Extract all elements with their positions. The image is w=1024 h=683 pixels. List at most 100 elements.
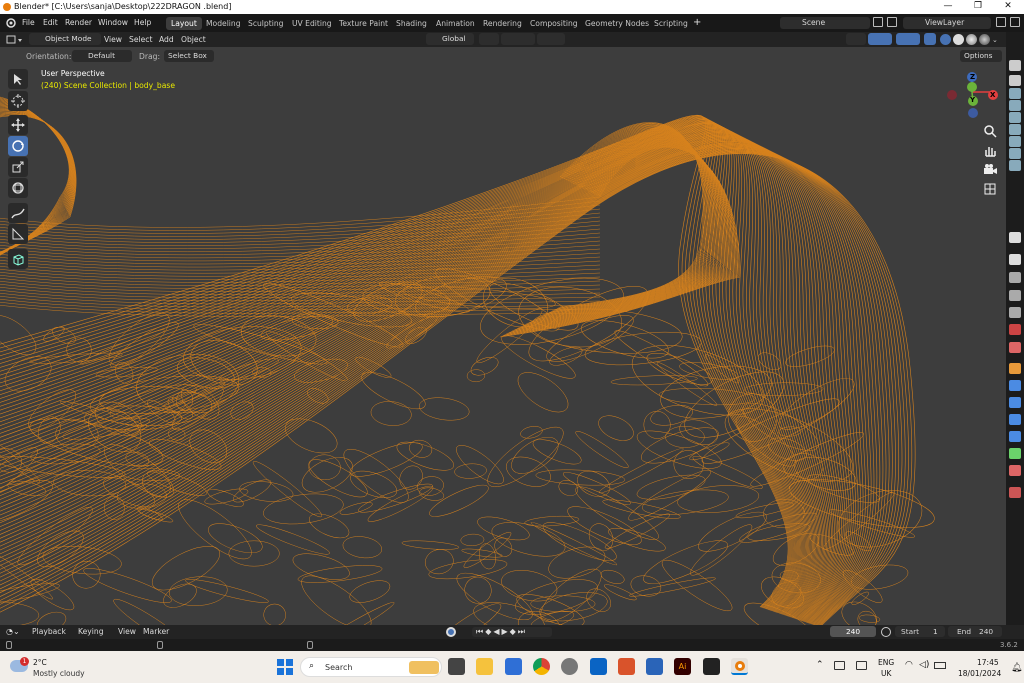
viewlayer-selector[interactable]: ViewLayer: [903, 17, 991, 29]
mail-icon[interactable]: [646, 658, 663, 675]
task-view-icon[interactable]: [448, 658, 465, 675]
tab-texture-paint[interactable]: Texture Paint: [334, 17, 393, 30]
powerpoint-icon[interactable]: [618, 658, 635, 675]
blender-menu-icon[interactable]: [5, 18, 16, 28]
notification-bell-icon[interactable]: 🔔︎: [1011, 663, 1022, 673]
solid-shading-icon[interactable]: [953, 34, 964, 45]
overlay-toggle[interactable]: [896, 33, 920, 45]
taskbar-search-box[interactable]: ⌕ Search: [300, 657, 442, 677]
tab-shading[interactable]: Shading: [391, 17, 432, 30]
new-scene-icon[interactable]: [873, 17, 883, 27]
outliner-camera-icon-9[interactable]: [1009, 160, 1021, 171]
blender-taskbar-icon[interactable]: [731, 658, 748, 675]
data-properties-icon[interactable]: [1009, 448, 1021, 459]
clock-icon[interactable]: [881, 627, 891, 637]
modifier-properties-icon[interactable]: [1009, 380, 1021, 391]
end-frame-field[interactable]: End 240: [948, 626, 1002, 637]
zoom-icon[interactable]: [981, 122, 999, 140]
tab-modeling[interactable]: Modeling: [201, 17, 246, 30]
outliner-camera-icon-8[interactable]: [1009, 148, 1021, 159]
editor-type-icon[interactable]: [6, 34, 24, 45]
move-tool[interactable]: [8, 115, 28, 135]
weather-desc[interactable]: Mostly cloudy: [33, 669, 85, 678]
select-box-tool[interactable]: [8, 69, 28, 89]
clock-time[interactable]: 17:45: [977, 658, 999, 667]
output-properties-icon[interactable]: [1009, 290, 1021, 301]
scale-tool[interactable]: [8, 157, 28, 177]
measure-tool[interactable]: [8, 224, 28, 244]
windows-start-icon[interactable]: [277, 659, 293, 675]
keying-menu[interactable]: Keying: [78, 627, 104, 636]
orthographic-toggle-icon[interactable]: [981, 180, 999, 198]
menu-window[interactable]: Window: [98, 18, 128, 27]
outliner-camera-icon-3[interactable]: [1009, 88, 1021, 99]
constraints-properties-icon[interactable]: [1009, 431, 1021, 442]
scene-selector[interactable]: Scene: [780, 17, 870, 29]
xray-toggle[interactable]: [924, 33, 936, 45]
particles-properties-icon[interactable]: [1009, 397, 1021, 408]
language-label[interactable]: ENG: [878, 658, 894, 667]
weather-temp[interactable]: 2°C: [33, 658, 47, 667]
add-menu[interactable]: Add: [159, 35, 174, 44]
world-properties-icon[interactable]: [1009, 342, 1021, 353]
maximize-button[interactable]: ❐: [968, 1, 988, 11]
view-menu[interactable]: View: [104, 35, 122, 44]
tab-animation[interactable]: Animation: [431, 17, 480, 30]
camera-view-icon[interactable]: [981, 161, 999, 179]
transform-tool[interactable]: [8, 178, 28, 198]
microsoft-store-icon[interactable]: [505, 658, 522, 675]
wifi-icon[interactable]: ◠: [905, 660, 913, 670]
rotate-tool[interactable]: [8, 136, 28, 156]
outliner-camera-icon-2[interactable]: [1009, 75, 1021, 86]
pan-hand-icon[interactable]: [981, 142, 999, 160]
texture-properties-icon[interactable]: [1009, 487, 1021, 498]
start-frame-field[interactable]: Start 1: [895, 626, 945, 637]
marker-menu[interactable]: Marker: [143, 627, 169, 636]
tab-sculpting[interactable]: Sculpting: [243, 17, 288, 30]
new-viewlayer-icon[interactable]: [996, 17, 1006, 27]
material-shading-icon[interactable]: [966, 34, 977, 45]
object-menu[interactable]: Object: [181, 35, 206, 44]
battery-icon[interactable]: [934, 662, 946, 669]
file-explorer-icon[interactable]: [476, 658, 493, 675]
options-dropdown[interactable]: Options: [960, 50, 1002, 62]
pivot-point-dropdown[interactable]: [479, 33, 499, 45]
select-menu[interactable]: Select: [129, 35, 152, 44]
orientation-dropdown[interactable]: Default: [72, 50, 132, 62]
delete-viewlayer-icon[interactable]: [1010, 17, 1020, 27]
tab-compositing[interactable]: Compositing: [525, 17, 583, 30]
outlook-icon[interactable]: [590, 658, 607, 675]
tool-properties-icon[interactable]: [1009, 232, 1021, 243]
drag-dropdown[interactable]: Select Box: [164, 50, 214, 62]
outliner-camera-icon-4[interactable]: [1009, 100, 1021, 111]
playback-controls[interactable]: ⏮◆◀▶◆⏭: [472, 627, 552, 637]
tab-geometry-nodes[interactable]: Geometry Nodes: [580, 17, 654, 30]
outliner-camera-icon-5[interactable]: [1009, 112, 1021, 123]
wireframe-shading-icon[interactable]: [940, 34, 951, 45]
menu-edit[interactable]: Edit: [43, 18, 58, 27]
rendered-shading-icon[interactable]: [979, 34, 990, 45]
volume-icon[interactable]: ◁): [919, 660, 929, 670]
render-properties-icon[interactable]: [1009, 272, 1021, 283]
tab-layout[interactable]: Layout: [166, 17, 202, 30]
proportional-editing-toggle[interactable]: [537, 33, 565, 45]
auto-keying-toggle[interactable]: [446, 627, 456, 637]
3d-viewport[interactable]: Orientation: Default Drag: Select Box Op…: [0, 47, 1006, 625]
menu-help[interactable]: Help: [134, 18, 151, 27]
object-properties-icon[interactable]: [1009, 363, 1021, 374]
delete-scene-icon[interactable]: [887, 17, 897, 27]
timeline-view-menu[interactable]: View: [118, 627, 136, 636]
clock-date[interactable]: 18/01/2024: [958, 669, 1001, 678]
settings-gear-icon[interactable]: [561, 658, 578, 675]
tool-settings-icon[interactable]: [1009, 254, 1021, 265]
minimize-button[interactable]: —: [938, 1, 958, 11]
snap-toggle[interactable]: [501, 33, 535, 45]
gizmo-toggle[interactable]: [868, 33, 892, 45]
material-properties-icon[interactable]: [1009, 465, 1021, 476]
scene-properties-icon[interactable]: [1009, 324, 1021, 335]
timeline-editor-type-icon[interactable]: ◔⌄: [6, 627, 22, 637]
menu-render[interactable]: Render: [65, 18, 92, 27]
illustrator-icon[interactable]: Ai: [674, 658, 691, 675]
add-cube-tool[interactable]: [8, 249, 28, 269]
keyboard-layout-label[interactable]: UK: [881, 669, 891, 678]
